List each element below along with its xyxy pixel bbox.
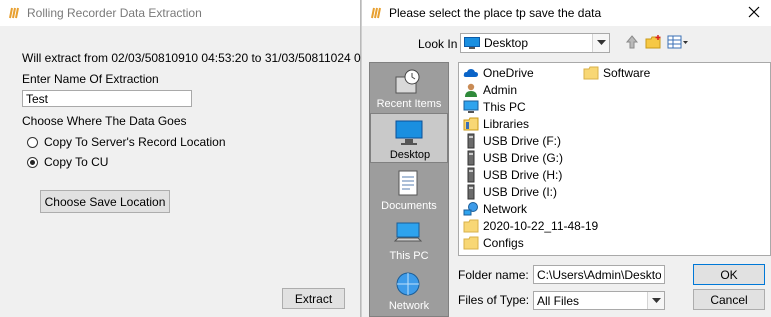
libraries-icon [463,117,479,131]
new-folder-icon[interactable] [645,34,663,50]
folder-name-input[interactable] [533,265,665,284]
file-name: Admin [483,83,518,97]
file-name: USB Drive (I:) [483,185,558,199]
save-dialog: Please select the place tp save the data… [361,0,771,317]
drive-icon [467,150,475,166]
place-label: Recent Items [376,98,442,110]
folder-icon [463,219,479,233]
look-in-value: Desktop [484,36,529,50]
files-of-type-dropdown[interactable]: All Files [533,291,665,310]
up-folder-icon[interactable] [624,34,640,50]
chevron-down-icon[interactable] [647,292,664,309]
file-name: USB Drive (H:) [483,168,563,182]
file-name: 2020-10-22_11-48-19 [483,219,599,233]
list-item-usb-h[interactable]: USB Drive (H:) [463,167,562,183]
recent-items-icon [395,69,420,94]
file-name: This PC [483,100,526,114]
dialog-title-bar[interactable]: Please select the place tp save the data [362,0,771,26]
look-in-dropdown[interactable]: Desktop [460,33,610,53]
place-label: This PC [389,250,429,262]
app-logo-icon [371,7,381,19]
extraction-name-input[interactable] [22,90,192,107]
files-of-type-label: Files of Type: [458,293,530,307]
extraction-name-label: Enter Name Of Extraction [22,72,159,86]
view-menu-icon[interactable] [667,35,689,49]
ok-button[interactable]: OK [693,264,765,285]
place-this-pc[interactable]: This PC [370,215,448,265]
file-name: Software [603,66,651,80]
list-item-network[interactable]: Network [463,201,527,217]
file-name: Libraries [483,117,530,131]
list-item-admin[interactable]: Admin [463,82,517,98]
user-icon [465,83,477,97]
documents-icon [398,170,418,196]
list-item-this-pc[interactable]: This PC [463,99,526,115]
chevron-down-icon[interactable] [592,34,609,52]
files-of-type-value: All Files [537,293,580,308]
places-bar: Recent Items Desktop Documents This PC N… [369,62,449,317]
drive-icon [467,184,475,200]
title-bar[interactable]: Rolling Recorder Data Extraction [0,0,360,26]
place-recent-items[interactable]: Recent Items [370,63,448,113]
place-label: Network [388,300,430,312]
list-item-software[interactable]: Software [583,65,650,81]
file-name: USB Drive (F:) [483,134,561,148]
destination-label: Choose Where The Data Goes [22,114,187,128]
pc-icon [463,100,479,113]
file-list[interactable]: OneDrive Admin This PC Libraries USB Dri… [458,62,771,256]
radio-button-selected[interactable] [27,156,38,168]
dialog-title: Please select the place tp save the data [389,6,602,20]
network-icon [463,202,478,216]
desktop-icon [395,120,423,145]
folder-name-label: Folder name: [458,268,529,282]
place-documents[interactable]: Documents [370,165,448,215]
radio-label: Copy To CU [44,155,109,169]
list-item-libraries[interactable]: Libraries [463,116,529,132]
window-title: Rolling Recorder Data Extraction [27,6,202,20]
folder-icon [583,66,599,80]
this-pc-icon [393,222,423,242]
extract-button[interactable]: Extract [282,288,345,309]
list-item-usb-g[interactable]: USB Drive (G:) [463,150,563,166]
file-name: OneDrive [483,66,534,80]
list-item-folder-2020[interactable]: 2020-10-22_11-48-19 [463,218,598,234]
file-name: Configs [483,236,524,250]
list-item-configs[interactable]: Configs [463,235,524,251]
radio-button[interactable] [27,136,38,148]
place-network[interactable]: Network [370,265,448,315]
radio-copy-to-cu[interactable]: Copy To CU [27,155,108,169]
network-icon [396,272,420,296]
list-item-usb-f[interactable]: USB Drive (F:) [463,133,561,149]
list-item-usb-i[interactable]: USB Drive (I:) [463,184,557,200]
radio-label: Copy To Server's Record Location [44,135,226,149]
place-desktop[interactable]: Desktop [370,113,448,163]
drive-icon [467,133,475,149]
look-in-label: Look In [418,37,458,51]
radio-copy-to-server[interactable]: Copy To Server's Record Location [27,135,226,149]
folder-icon [463,236,479,250]
extraction-range-text: Will extract from 02/03/50810910 04:53:2… [22,51,401,65]
close-icon[interactable] [746,4,762,20]
file-name: USB Drive (G:) [483,151,564,165]
cancel-button[interactable]: Cancel [693,289,765,310]
cloud-icon [463,69,478,77]
desktop-icon [464,37,480,49]
app-logo-icon [9,7,19,19]
file-name: Network [483,202,528,216]
drive-icon [467,167,475,183]
list-item-onedrive[interactable]: OneDrive [463,65,534,81]
place-label: Desktop [389,149,431,161]
place-label: Documents [381,200,437,212]
choose-save-location-button[interactable]: Choose Save Location [40,190,170,213]
extraction-window: Rolling Recorder Data Extraction Will ex… [0,0,401,317]
